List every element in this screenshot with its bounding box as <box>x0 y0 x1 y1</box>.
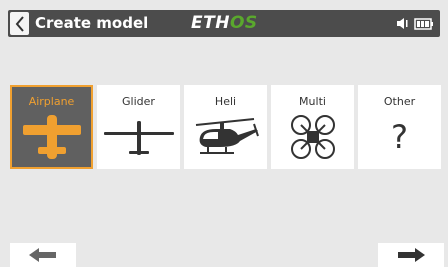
airplane-icon <box>22 115 81 159</box>
helicopter-icon <box>195 118 259 154</box>
back-button[interactable] <box>10 12 29 35</box>
model-type-label: Multi <box>299 95 326 108</box>
logo-prefix: ETH <box>191 13 230 33</box>
glider-icon <box>103 121 174 155</box>
speaker-icon <box>397 18 408 29</box>
model-type-label: Other <box>383 95 416 108</box>
model-type-glider[interactable]: Glider <box>97 85 180 169</box>
top-bar: Create model ETHOS <box>0 0 448 40</box>
status-icons <box>396 16 434 31</box>
model-type-airplane[interactable]: Airplane <box>10 85 93 169</box>
logo-suffix: OS <box>229 13 258 33</box>
model-type-heli[interactable]: Heli <box>184 85 267 169</box>
page-title: Create model <box>35 14 149 32</box>
model-type-label: Glider <box>122 95 155 108</box>
model-type-other[interactable]: Other ? <box>358 85 441 169</box>
model-type-list: Airplane Glider Heli Multi Other ? <box>10 85 441 169</box>
chevron-left-icon <box>15 15 24 32</box>
arrow-left-icon <box>29 248 56 262</box>
previous-button[interactable] <box>10 243 76 267</box>
title-bar: Create model ETHOS <box>8 10 440 37</box>
ethos-logo: ETHOS <box>191 13 258 34</box>
model-type-multi[interactable]: Multi <box>271 85 354 169</box>
model-type-label: Airplane <box>28 95 75 108</box>
question-mark-icon: ? <box>391 118 408 156</box>
arrow-right-icon <box>398 248 425 262</box>
multirotor-icon <box>290 115 335 159</box>
next-button[interactable] <box>378 243 444 267</box>
model-type-label: Heli <box>214 95 237 108</box>
battery-icon <box>414 17 433 30</box>
